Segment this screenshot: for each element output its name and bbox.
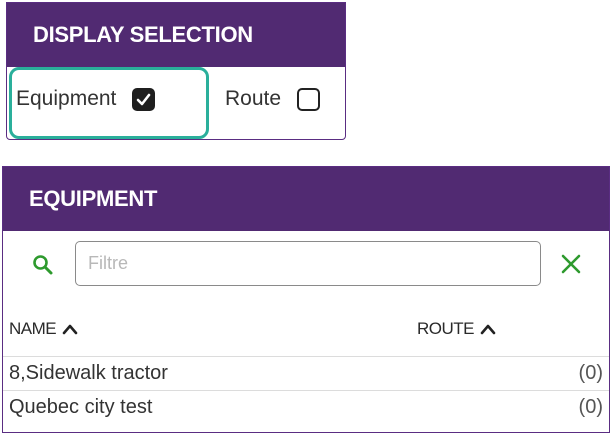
- display-selection-title: DISPLAY SELECTION: [7, 3, 345, 67]
- filter-input[interactable]: [75, 241, 541, 286]
- table-header: NAME ROUTE: [3, 299, 609, 357]
- equipment-list: 8,Sidewalk tractor (0) Quebec city test …: [3, 357, 609, 425]
- chevron-up-icon: [480, 324, 496, 335]
- route-count: (0): [578, 396, 603, 418]
- table-row[interactable]: Quebec city test (0): [3, 391, 609, 425]
- filter-row: [3, 231, 609, 299]
- name-column-header[interactable]: NAME: [9, 319, 78, 339]
- route-column-label: ROUTE: [417, 319, 475, 338]
- route-column-header[interactable]: ROUTE: [417, 319, 496, 339]
- equipment-option[interactable]: Equipment: [16, 87, 156, 111]
- equipment-option-label: Equipment: [16, 87, 117, 110]
- name-column-label: NAME: [9, 319, 57, 338]
- search-icon: [33, 255, 53, 275]
- display-selection-panel: DISPLAY SELECTION Equipment Route: [6, 2, 346, 140]
- route-option[interactable]: Route: [225, 87, 321, 111]
- equipment-name: Quebec city test: [9, 396, 153, 418]
- checkmark-icon: [137, 93, 151, 105]
- clear-filter-icon[interactable]: [559, 252, 583, 276]
- route-count: (0): [578, 362, 603, 384]
- chevron-up-icon: [62, 324, 78, 335]
- table-row[interactable]: 8,Sidewalk tractor (0): [3, 357, 609, 391]
- equipment-title: EQUIPMENT: [3, 167, 609, 231]
- route-option-label: Route: [225, 87, 282, 110]
- equipment-checkbox[interactable]: [132, 87, 156, 111]
- display-options: Equipment Route: [7, 67, 345, 139]
- route-checkbox[interactable]: [297, 87, 321, 111]
- equipment-panel: EQUIPMENT NAME ROUTE 8,Sidewalk tractor: [2, 166, 610, 433]
- equipment-name: 8,Sidewalk tractor: [9, 362, 168, 384]
